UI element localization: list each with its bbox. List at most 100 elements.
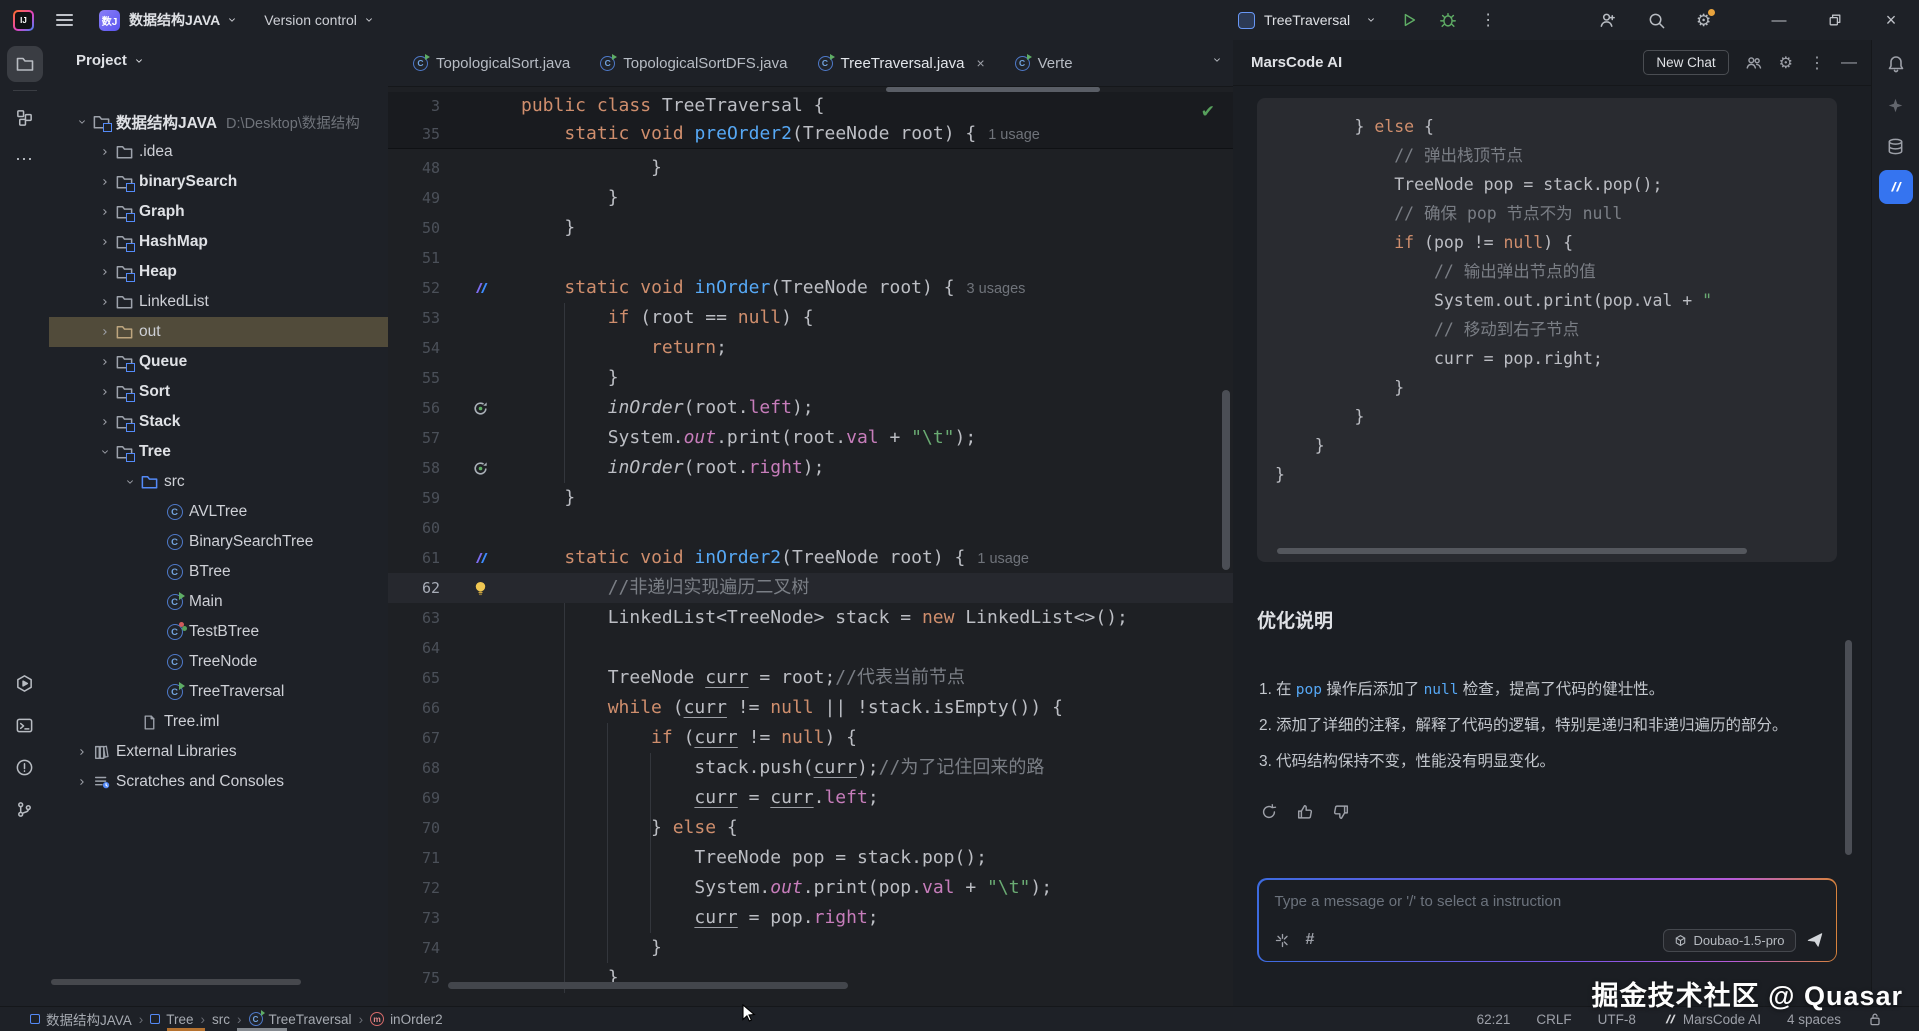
code-line-3[interactable]: 3public class TreeTraversal { [388, 92, 1233, 120]
code-line-62[interactable]: 62 //非递归实现遍历二叉树 [388, 573, 1233, 603]
code-line-52[interactable]: 52 static void inOrder(TreeNode root) {3… [388, 273, 1233, 303]
chat-participants-icon[interactable] [1745, 54, 1763, 72]
code-line-73[interactable]: 73 curr = pop.right; [388, 903, 1233, 933]
chevron-collapsed-icon[interactable] [96, 146, 113, 158]
project-tool-button[interactable] [7, 46, 43, 82]
recursive-call-icon[interactable] [472, 400, 489, 417]
tree-item-Sort[interactable]: Sort [49, 377, 388, 407]
code-line-49[interactable]: 49 } [388, 183, 1233, 213]
intention-bulb-icon[interactable] [473, 580, 488, 597]
run-widget[interactable]: TreeTraversal ⋮ [1238, 0, 1496, 40]
chevron-collapsed-icon[interactable] [96, 206, 113, 218]
minimize-button[interactable]: — [1751, 0, 1807, 40]
marscode-gutter-icon[interactable] [472, 280, 489, 296]
tree-item-out[interactable]: out [49, 317, 388, 347]
code-block-hscrollbar[interactable] [1277, 548, 1747, 554]
indent-config[interactable]: 4 spaces [1787, 1012, 1841, 1027]
code-line-61[interactable]: 61 static void inOrder2(TreeNode root) {… [388, 543, 1233, 573]
code-with-me-icon[interactable] [1598, 11, 1617, 30]
code-line-54[interactable]: 54 return; [388, 333, 1233, 363]
ai-more-icon[interactable]: ⋮ [1809, 53, 1825, 73]
thumbs-down-icon[interactable] [1327, 798, 1354, 825]
more-actions-icon[interactable]: ⋮ [1480, 10, 1496, 30]
context-hash-icon[interactable]: # [1306, 931, 1315, 949]
tree-item-Tree.iml[interactable]: Tree.iml [49, 707, 388, 737]
tab-TopologicalSortDFS.java[interactable]: CTopologicalSortDFS.java [585, 40, 802, 86]
code-area[interactable]: 48 }49 }50 }5152 static void inOrder(Tre… [388, 148, 1233, 1007]
code-line-70[interactable]: 70 } else { [388, 813, 1233, 843]
tree-item-src[interactable]: src [49, 467, 388, 497]
breadcrumb-Tree[interactable]: Tree [150, 1012, 193, 1027]
run-button[interactable] [1400, 11, 1418, 29]
code-line-56[interactable]: 56 inOrder(root.left); [388, 393, 1233, 423]
git-tool-button[interactable] [7, 791, 43, 827]
tree-item-Scratches and Consoles[interactable]: Scratches and Consoles [49, 767, 388, 797]
inspections-ok-icon[interactable]: ✔ [1201, 102, 1215, 122]
project-selector[interactable]: 数据结构JAVA [129, 10, 220, 30]
services-tool-button[interactable] [7, 665, 43, 701]
problems-tool-button[interactable] [7, 749, 43, 785]
marscode-tool-button[interactable] [1879, 170, 1913, 204]
ai-code-block[interactable]: } else { // 弹出栈顶节点 TreeNode pop = stack.… [1257, 98, 1837, 562]
code-line-53[interactable]: 53 if (root == null) { [388, 303, 1233, 333]
tree-item-BTree[interactable]: CBTree [49, 557, 388, 587]
chevron-collapsed-icon[interactable] [73, 746, 90, 758]
code-line-55[interactable]: 55 } [388, 363, 1233, 393]
close-button[interactable]: × [1863, 0, 1919, 40]
code-line-74[interactable]: 74 } [388, 933, 1233, 963]
code-line-72[interactable]: 72 System.out.print(pop.val + "\t"); [388, 873, 1233, 903]
new-chat-button[interactable]: New Chat [1643, 50, 1728, 75]
breadcrumb-数据结构JAVA[interactable]: 数据结构JAVA [30, 1009, 132, 1029]
readonly-lock-icon[interactable] [1867, 1011, 1883, 1027]
chevron-collapsed-icon[interactable] [96, 356, 113, 368]
tree-item-.idea[interactable]: .idea [49, 137, 388, 167]
code-line-63[interactable]: 63 LinkedList<TreeNode> stack = new Link… [388, 603, 1233, 633]
code-line-66[interactable]: 66 while (curr != null || !stack.isEmpty… [388, 693, 1233, 723]
ai-settings-gear-icon[interactable]: ⚙ [1779, 53, 1793, 73]
chevron-collapsed-icon[interactable] [96, 386, 113, 398]
code-line-60[interactable]: 60 [388, 513, 1233, 543]
tree-item-BinarySearchTree[interactable]: CBinarySearchTree [49, 527, 388, 557]
chevron-collapsed-icon[interactable] [96, 326, 113, 338]
tree-item-TreeNode[interactable]: CTreeNode [49, 647, 388, 677]
hide-panel-icon[interactable]: — [1841, 54, 1857, 72]
breadcrumb-TreeTraversal[interactable]: CTreeTraversal [249, 1012, 352, 1027]
chevron-collapsed-icon[interactable] [96, 296, 113, 308]
tree-item-Queue[interactable]: Queue [49, 347, 388, 377]
tree-item-HashMap[interactable]: HashMap [49, 227, 388, 257]
recursive-call-icon[interactable] [472, 460, 489, 477]
code-line-65[interactable]: 65 TreeNode curr = root;//代表当前节点 [388, 663, 1233, 693]
database-tool-button[interactable] [1879, 129, 1913, 163]
tree-item-Graph[interactable]: Graph [49, 197, 388, 227]
code-line-67[interactable]: 67 if (curr != null) { [388, 723, 1233, 753]
tab-TopologicalSort.java[interactable]: CTopologicalSort.java [398, 40, 585, 86]
project-panel-header[interactable]: Project [76, 52, 145, 69]
code-line-59[interactable]: 59 } [388, 483, 1233, 513]
editor[interactable]: CTopologicalSort.javaCTopologicalSortDFS… [388, 40, 1233, 1007]
tab-close-icon[interactable]: × [976, 55, 984, 71]
code-line-57[interactable]: 57 System.out.print(root.val + "\t"); [388, 423, 1233, 453]
breadcrumb-src[interactable]: src [212, 1012, 230, 1027]
tab-TreeTraversal.java[interactable]: CTreeTraversal.java× [803, 40, 1000, 86]
tree-item-Heap[interactable]: Heap [49, 257, 388, 287]
notifications-bell-icon[interactable] [1879, 47, 1913, 81]
code-line-58[interactable]: 58 inOrder(root.right); [388, 453, 1233, 483]
code-line-35[interactable]: 35 static void preOrder2(TreeNode root) … [388, 120, 1233, 148]
chevron-collapsed-icon[interactable] [73, 776, 90, 788]
project-badge[interactable]: 数J [99, 10, 120, 31]
regenerate-icon[interactable] [1255, 798, 1282, 825]
code-line-69[interactable]: 69 curr = curr.left; [388, 783, 1233, 813]
restore-button[interactable] [1807, 0, 1863, 40]
model-selector[interactable]: Doubao-1.5-pro [1663, 929, 1795, 952]
thumbs-up-icon[interactable] [1291, 798, 1318, 825]
code-line-64[interactable]: 64 [388, 633, 1233, 663]
hidden-tabs-chevron-icon[interactable] [1211, 54, 1223, 66]
vcs-widget[interactable]: Version control [264, 12, 357, 28]
tree-item-TreeTraversal[interactable]: CTreeTraversal [49, 677, 388, 707]
tree-item-AVLTree[interactable]: CAVLTree [49, 497, 388, 527]
debug-button[interactable] [1439, 11, 1457, 29]
editor-hscrollbar[interactable] [448, 982, 848, 989]
run-config-name[interactable]: TreeTraversal [1264, 12, 1350, 28]
ai-assistant-icon[interactable] [1879, 88, 1913, 122]
chevron-expanded-icon[interactable] [73, 116, 90, 128]
